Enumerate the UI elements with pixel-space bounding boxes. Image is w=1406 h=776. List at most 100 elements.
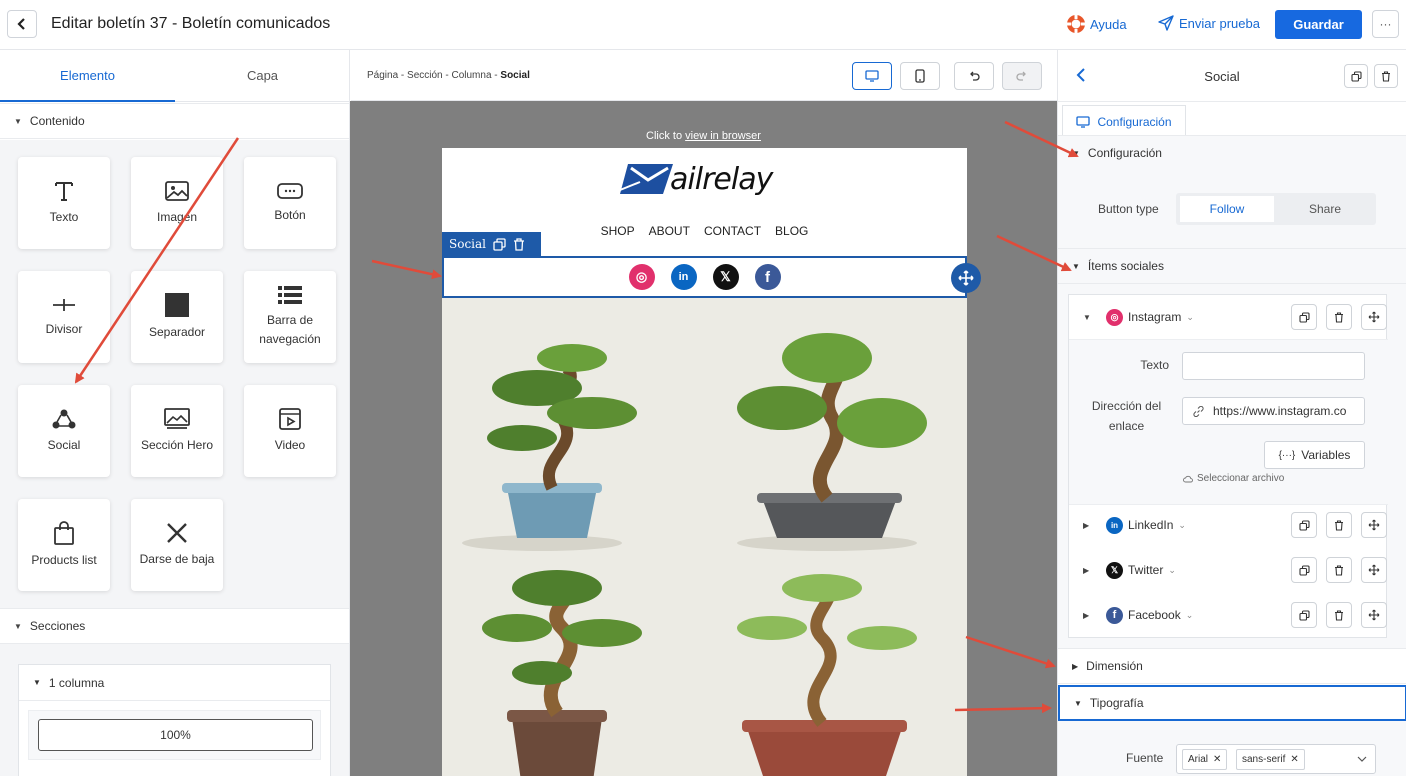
mobile-view-button[interactable] — [900, 62, 940, 90]
delete-item-button[interactable] — [1326, 304, 1352, 330]
button-type-follow[interactable]: Follow — [1180, 196, 1274, 222]
font-chip: Arial ✕ — [1182, 749, 1228, 770]
nav-item-shop[interactable]: SHOP — [601, 224, 635, 238]
delete-item-button[interactable] — [1326, 512, 1352, 538]
close-icon — [167, 522, 187, 543]
tile-products-list[interactable]: Products list — [18, 499, 110, 591]
help-label: Ayuda — [1090, 16, 1127, 32]
text-input[interactable] — [1182, 352, 1365, 380]
social-items-section-header[interactable]: ▼ Ítems sociales — [1058, 248, 1406, 284]
duplicate-item-button[interactable] — [1291, 602, 1317, 628]
tile-image[interactable]: Imagen — [131, 157, 223, 249]
tile-video[interactable]: Video — [244, 385, 336, 477]
caret-down-icon: ▼ — [1083, 312, 1091, 322]
font-select[interactable]: Arial ✕ sans-serif ✕ — [1176, 744, 1376, 774]
twitter-icon[interactable]: 𝕏 — [712, 264, 739, 290]
chevron-down-icon[interactable]: ⌄ — [1168, 565, 1176, 576]
link-value: https://www.instagram.co — [1213, 404, 1347, 418]
tile-text[interactable]: Texto — [18, 157, 110, 249]
spacer-icon — [165, 292, 189, 317]
tile-spacer[interactable]: Separador — [131, 271, 223, 363]
back-button[interactable] — [7, 10, 37, 38]
breadcrumb-path: Página - Sección - Columna - — [367, 70, 501, 81]
tile-social[interactable]: Social — [18, 385, 110, 477]
divider-icon — [53, 298, 75, 311]
tab-capa[interactable]: Capa — [175, 50, 349, 102]
sections-area: ▼ 1 columna 100% — [0, 644, 349, 776]
social-item-linkedin[interactable]: ▶ in LinkedIn ⌄ — [1069, 503, 1388, 547]
drag-item-button[interactable] — [1361, 557, 1387, 583]
help-link[interactable]: Ayuda — [1066, 14, 1127, 34]
properties-header: Social — [1058, 50, 1406, 102]
duplicate-item-button[interactable] — [1291, 512, 1317, 538]
view-in-browser-link[interactable]: view in browser — [685, 130, 761, 142]
send-test-link[interactable]: Enviar prueba — [1158, 15, 1260, 31]
dimension-section-header[interactable]: ▶ Dimensión — [1058, 648, 1406, 684]
social-item-twitter[interactable]: ▶ 𝕏 Twitter ⌄ — [1069, 548, 1388, 592]
sections-section-header[interactable]: ▼ Secciones — [0, 608, 349, 644]
tile-unsubscribe[interactable]: Darse de baja — [131, 499, 223, 591]
select-file-link[interactable]: Seleccionar archivo — [1183, 473, 1284, 484]
move-icon — [1368, 311, 1380, 323]
nav-item-about[interactable]: ABOUT — [649, 224, 690, 238]
tile-button[interactable]: Botón — [244, 157, 336, 249]
tile-label: Social — [47, 437, 81, 452]
send-icon — [1158, 15, 1174, 31]
social-item-name: Facebook — [1128, 608, 1181, 622]
tile-hero[interactable]: Sección Hero — [131, 385, 223, 477]
nav-item-blog[interactable]: BLOG — [775, 224, 808, 238]
drag-item-button[interactable] — [1361, 512, 1387, 538]
trash-icon — [1335, 564, 1343, 576]
duplicate-block-button[interactable] — [1344, 64, 1368, 88]
cloud-icon — [1183, 475, 1193, 482]
caret-right-icon: ▶ — [1083, 565, 1090, 575]
variables-button[interactable]: {···} Variables — [1264, 441, 1365, 469]
button-type-share[interactable]: Share — [1278, 196, 1372, 222]
chevron-down-icon[interactable]: ⌄ — [1186, 610, 1194, 621]
more-options-button[interactable]: ··· — [1372, 10, 1399, 38]
delete-item-button[interactable] — [1326, 602, 1352, 628]
redo-button[interactable] — [1002, 62, 1042, 90]
move-icon — [958, 270, 974, 286]
tab-configuracion[interactable]: Configuración — [1062, 105, 1186, 137]
chevron-left-icon — [17, 18, 25, 30]
social-item-instagram[interactable]: ▼ ◎ Instagram ⌄ — [1069, 295, 1388, 339]
chevron-down-icon[interactable]: ⌄ — [1186, 312, 1194, 323]
save-button[interactable]: Guardar — [1275, 10, 1362, 39]
undo-button[interactable] — [954, 62, 994, 90]
close-icon[interactable]: ✕ — [1213, 754, 1221, 765]
tile-divider[interactable]: Divisor — [18, 271, 110, 363]
breadcrumb-current: Social — [500, 70, 530, 81]
tab-elemento[interactable]: Elemento — [0, 50, 175, 102]
link-input[interactable]: https://www.instagram.co — [1182, 397, 1365, 425]
social-block[interactable]: ◎ in 𝕏 f — [442, 256, 967, 298]
duplicate-item-button[interactable] — [1291, 304, 1317, 330]
drag-item-button[interactable] — [1361, 602, 1387, 628]
trash-icon[interactable] — [513, 237, 525, 251]
bonsai-image[interactable] — [442, 298, 967, 776]
duplicate-icon[interactable] — [493, 237, 506, 251]
tile-label: Sección Hero — [140, 437, 214, 452]
monitor-icon — [1076, 115, 1091, 128]
nav-item-contact[interactable]: CONTACT — [704, 224, 761, 238]
column-option-100[interactable]: 100% — [38, 719, 313, 751]
delete-item-button[interactable] — [1326, 557, 1352, 583]
instagram-icon[interactable]: ◎ — [628, 264, 655, 290]
duplicate-item-button[interactable] — [1291, 557, 1317, 583]
facebook-icon[interactable]: f — [754, 264, 781, 290]
content-section-header[interactable]: ▼ Contenido — [0, 103, 349, 139]
linkedin-icon[interactable]: in — [670, 264, 697, 290]
close-icon[interactable]: ✕ — [1290, 754, 1298, 765]
config-section-header[interactable]: ▼ Configuración — [1058, 135, 1406, 171]
chevron-down-icon[interactable]: ⌄ — [1178, 520, 1186, 531]
typography-section-header[interactable]: ▼ Tipografía — [1058, 685, 1406, 721]
button-icon — [277, 182, 303, 199]
move-handle[interactable] — [951, 263, 981, 293]
delete-block-button[interactable] — [1374, 64, 1398, 88]
desktop-view-button[interactable] — [852, 62, 892, 90]
tile-navbar[interactable]: Barra de navegación — [244, 271, 336, 363]
drag-item-button[interactable] — [1361, 304, 1387, 330]
duplicate-icon — [1298, 311, 1310, 323]
column-group-header[interactable]: ▼ 1 columna — [19, 665, 330, 701]
social-item-facebook[interactable]: ▶ f Facebook ⌄ — [1069, 593, 1388, 637]
